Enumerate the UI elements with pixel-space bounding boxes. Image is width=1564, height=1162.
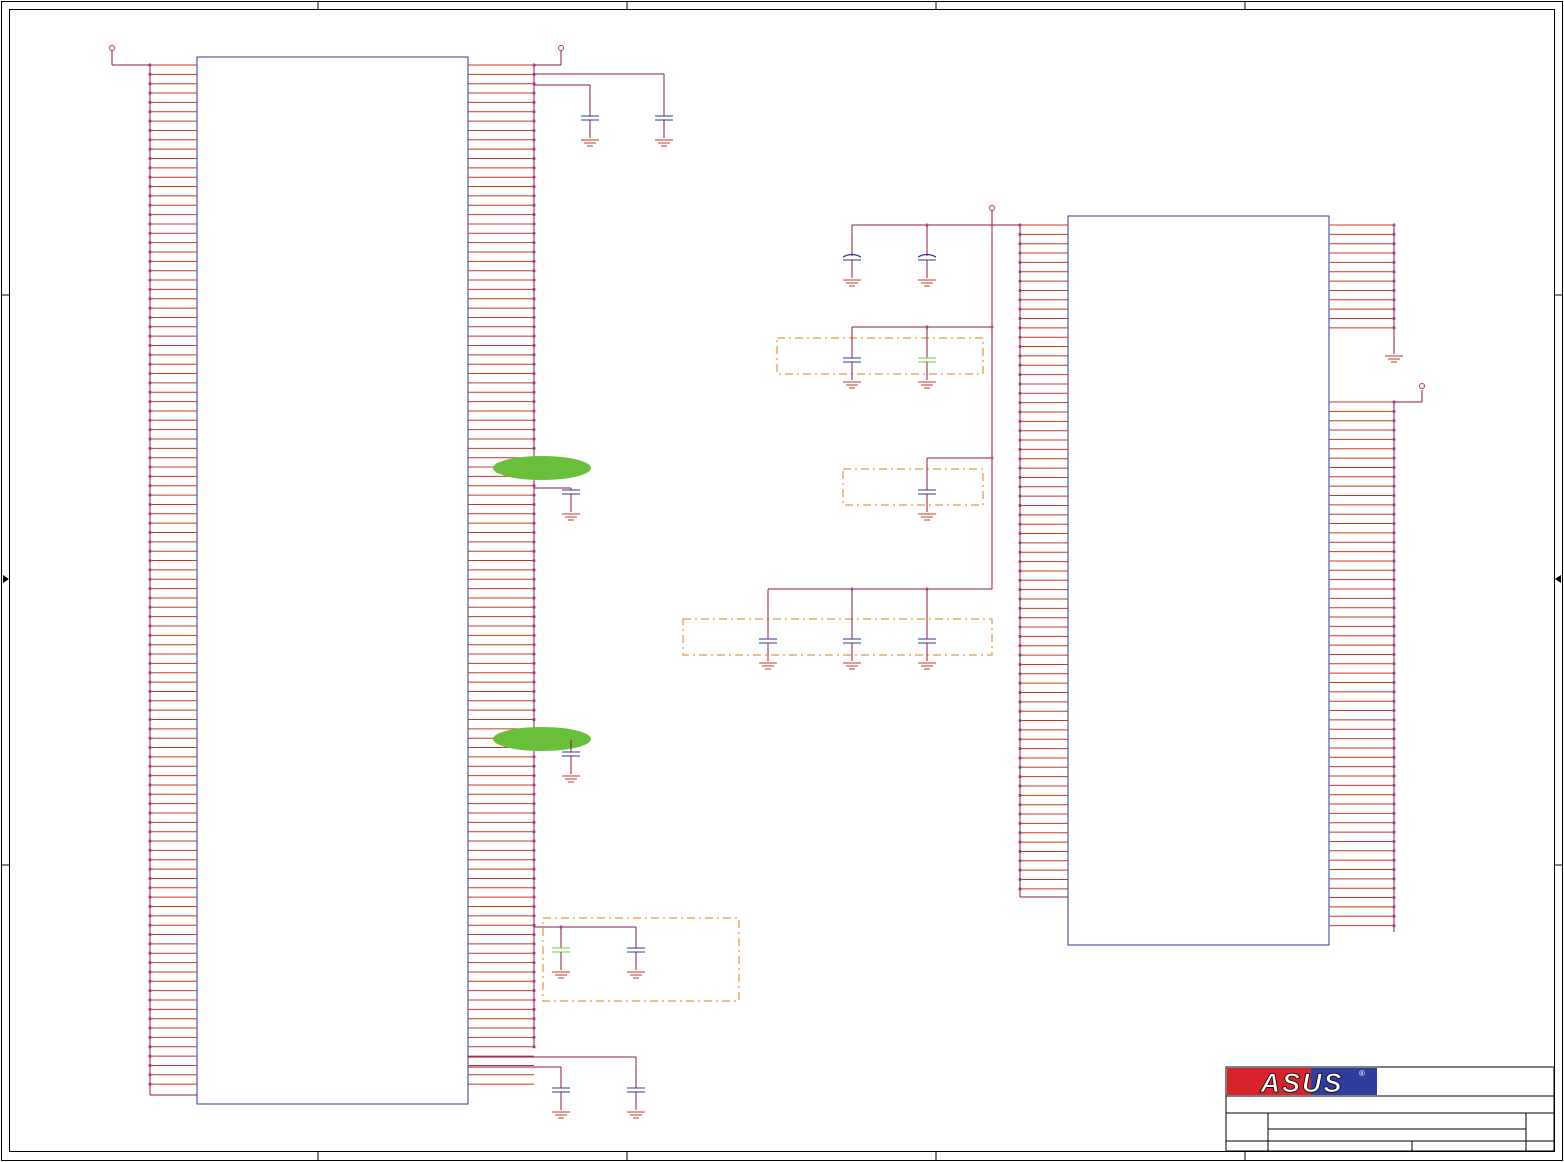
schematic-sheet: ASUS ® [1, 1, 1563, 1161]
asus-logo: ASUS ® [1227, 1068, 1377, 1098]
logo-registered-mark: ® [1359, 1069, 1365, 1078]
power-flag [109, 45, 115, 51]
highlight-ellipse-1 [493, 456, 591, 480]
zone-arrow-right [1555, 575, 1561, 583]
left-ic-pins [148, 63, 536, 1086]
junction-dot [990, 223, 994, 227]
power-flag [1419, 383, 1425, 389]
power-flag [558, 45, 564, 51]
zone-arrow-left [3, 575, 9, 583]
left-ic-body[interactable] [196, 56, 469, 1105]
highlight-ellipse-2 [493, 727, 591, 751]
power-flags [109, 45, 1425, 389]
dashed-group-4 [542, 917, 740, 1002]
dashed-group-3 [682, 618, 993, 656]
power-flag [989, 205, 995, 211]
capacitors [552, 74, 1403, 1119]
dashed-group-1 [776, 337, 984, 375]
sheet-frame [1, 1, 1563, 1161]
net-wires [111, 51, 1423, 1096]
junction-dot [990, 325, 994, 329]
right-ic-pins [1018, 223, 1396, 928]
dashed-group-2 [842, 468, 984, 506]
logo-text: ASUS [1259, 1068, 1343, 1098]
right-ic-body[interactable] [1067, 215, 1330, 946]
junction-dot [990, 456, 994, 460]
